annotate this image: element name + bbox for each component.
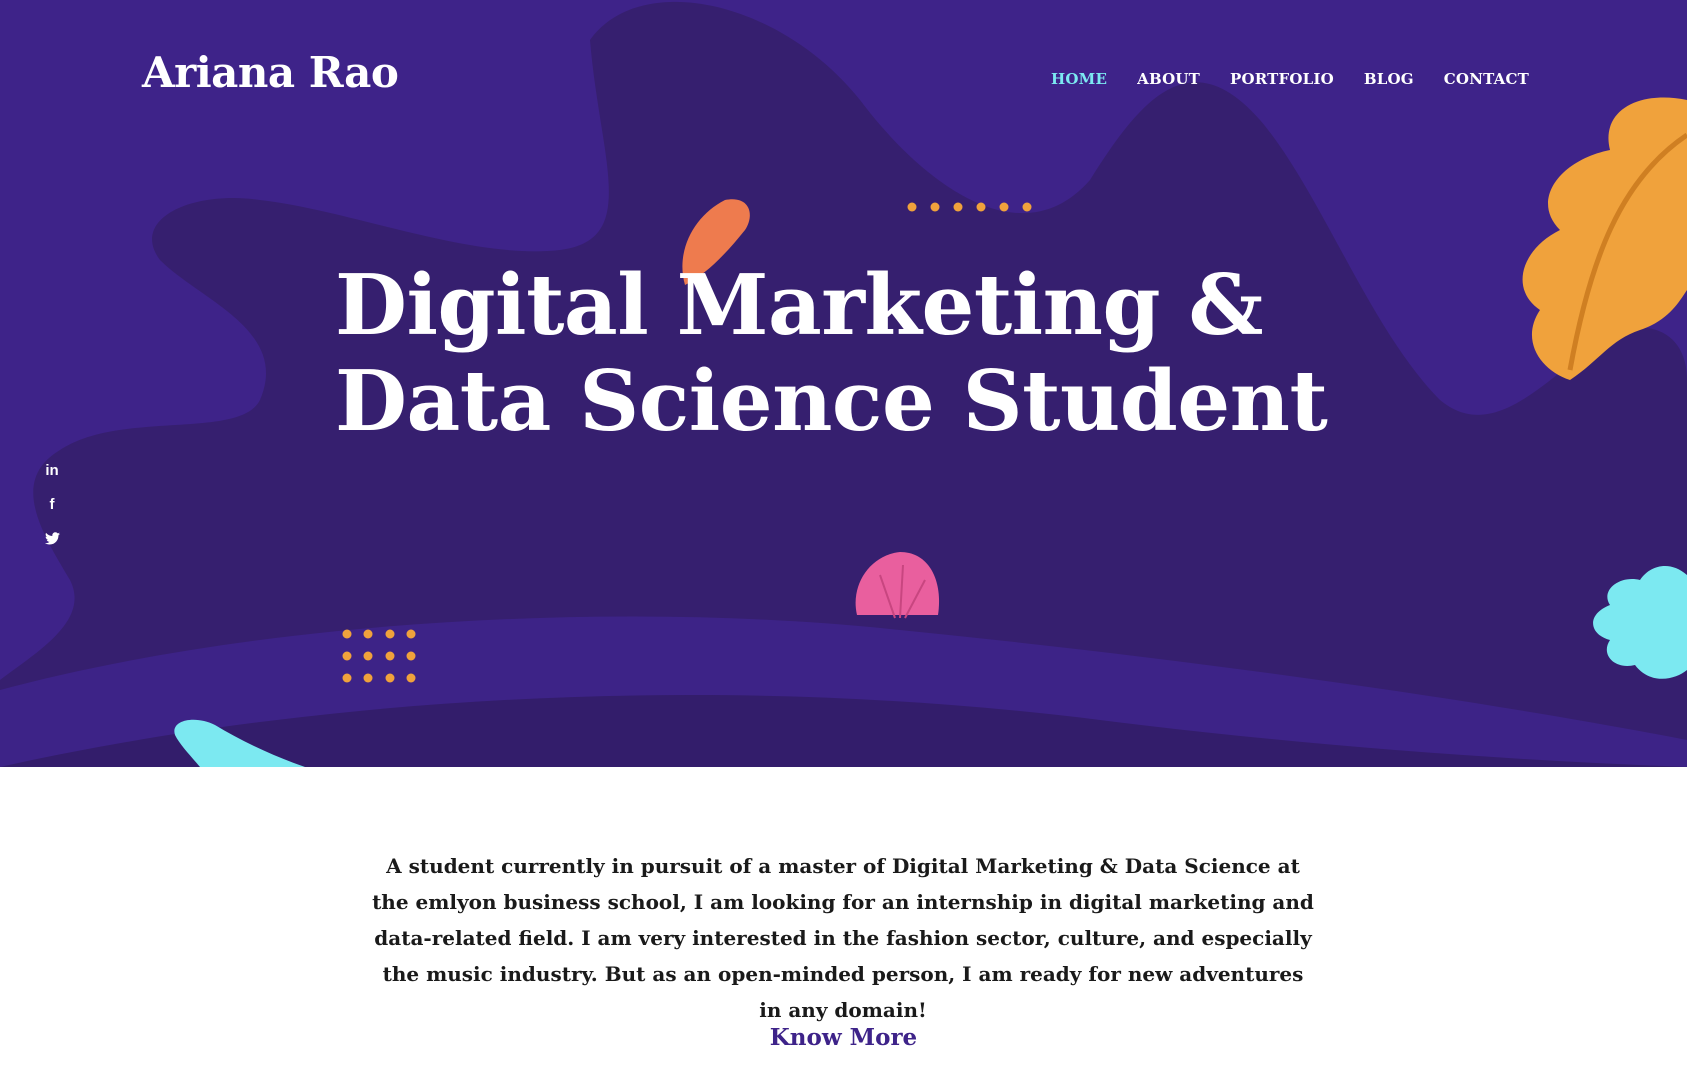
hero-headline-line-1: Digital Marketing &	[335, 256, 1263, 354]
nav-portfolio[interactable]: PORTFOLIO	[1230, 70, 1334, 88]
know-more-link[interactable]: Know More	[0, 1024, 1687, 1051]
hero-headline: Digital Marketing & Data Science Student	[335, 256, 1328, 450]
nav-home[interactable]: HOME	[1051, 70, 1107, 88]
nav-about[interactable]: ABOUT	[1137, 70, 1200, 88]
hero-headline-line-2: Data Science Student	[335, 352, 1328, 450]
intro-paragraph: A student currently in pursuit of a mast…	[372, 854, 1314, 1022]
hero-section: Ariana Rao HOME ABOUT PORTFOLIO BLOG CON…	[0, 0, 1687, 767]
twitter-icon[interactable]	[42, 528, 62, 548]
site-logo[interactable]: Ariana Rao	[142, 48, 399, 97]
linkedin-icon[interactable]: in	[42, 460, 62, 480]
social-links: in f	[42, 460, 62, 548]
nav-contact[interactable]: CONTACT	[1444, 70, 1529, 88]
main-nav: HOME ABOUT PORTFOLIO BLOG CONTACT	[1051, 70, 1529, 88]
twitter-bird-glyph	[44, 531, 60, 544]
nav-blog[interactable]: BLOG	[1364, 70, 1414, 88]
facebook-icon[interactable]: f	[42, 494, 62, 514]
